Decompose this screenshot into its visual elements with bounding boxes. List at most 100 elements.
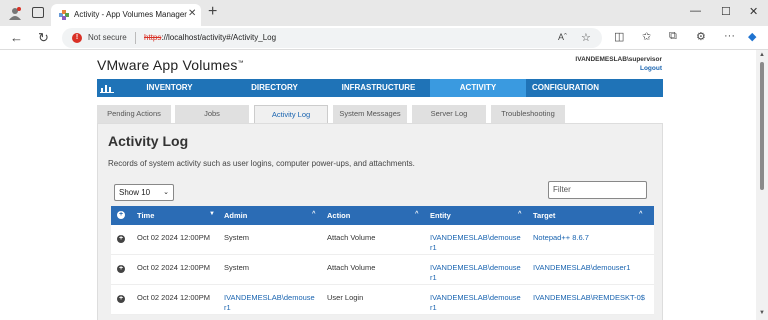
favorites-icon[interactable]: ✩ [642,30,651,43]
browser-toolbar: ← ↻ ! Not secure https://localhost/activ… [0,26,768,50]
entity-line1: IVANDEMESLAB\demouse [430,263,521,272]
extensions-icon[interactable]: ⚙ [696,30,706,43]
cell-target[interactable]: Notepad++ 8.6.7 [533,233,589,243]
nav-inventory[interactable]: INVENTORY [117,79,222,97]
collections-icon[interactable]: ⧉ [669,30,677,43]
table-row[interactable]: + Oct 02 2024 12:00PM System Attach Volu… [111,225,654,255]
minimize-button[interactable]: — [690,5,701,17]
tab-server-log[interactable]: Server Log [412,105,486,123]
app-title: VMware App Volumes™ [97,57,244,73]
username: IVANDEMESLAB\supervisor [575,56,662,63]
admin-line2: r1 [224,303,231,312]
back-icon[interactable]: ← [10,30,23,45]
main-nav: INVENTORY DIRECTORY INFRASTRUCTURE ACTIV… [97,79,663,97]
cell-admin: System [224,233,250,242]
browser-tabbar: Activity - App Volumes Manager ✕ + — ☐ ✕ [0,0,768,26]
show-count-value: Show 10 [119,188,151,197]
cell-action: Attach Volume [327,263,376,272]
cell-time: Oct 02 2024 12:00PM [137,233,210,242]
tab-troubleshooting[interactable]: Troubleshooting [491,105,565,123]
close-window-button[interactable]: ✕ [749,5,758,18]
brand-name: VMware App Volumes [97,57,238,73]
cell-time: Oct 02 2024 12:00PM [137,263,210,272]
tab-title: Activity - App Volumes Manager [74,10,187,19]
sort-desc-icon[interactable]: ▼ [209,211,215,217]
sort-icon[interactable]: ^ [639,211,643,217]
url-scheme: https [144,33,162,42]
entity-line1: IVANDEMESLAB\demouse [430,293,521,302]
more-icon[interactable]: ··· [724,30,735,42]
logout-link[interactable]: Logout [575,65,662,72]
show-count-select[interactable]: Show 10 ⌄ [114,184,174,201]
divider [135,32,136,44]
cell-entity[interactable]: IVANDEMESLAB\demouse r1 [430,233,521,253]
cell-admin: System [224,263,250,272]
filter-input[interactable]: Filter [548,181,647,199]
cell-action: User Login [327,293,364,302]
table-row[interactable]: + Oct 02 2024 12:00PM System Attach Volu… [111,255,654,285]
web-page: VMware App Volumes™ IVANDEMESLAB\supervi… [0,50,756,320]
split-screen-icon[interactable]: ◫ [614,30,624,43]
user-box: IVANDEMESLAB\supervisor Logout [575,56,662,72]
expand-row-icon[interactable]: + [117,265,125,273]
sort-icon[interactable]: ^ [312,211,316,217]
nav-infrastructure[interactable]: INFRASTRUCTURE [327,79,430,97]
browser-tab[interactable]: Activity - App Volumes Manager ✕ [51,4,201,26]
profile-icon[interactable] [8,6,22,20]
page-scrollbar[interactable]: ▲ ▼ [756,50,768,320]
nav-activity[interactable]: ACTIVITY [430,79,526,97]
sort-icon[interactable]: ^ [415,211,419,217]
cell-time: Oct 02 2024 12:00PM [137,293,210,302]
nav-configuration[interactable]: CONFIGURATION [526,79,605,97]
scroll-down-icon[interactable]: ▼ [759,310,765,316]
cell-action: Attach Volume [327,233,376,242]
page-description: Records of system activity such as user … [108,159,415,168]
col-time[interactable]: Time [137,211,154,220]
scrollbar-thumb[interactable] [760,62,764,190]
tab-pending-actions[interactable]: Pending Actions [97,105,171,123]
sort-icon[interactable]: ^ [518,211,522,217]
tab-jobs[interactable]: Jobs [175,105,249,123]
read-aloud-icon[interactable]: Aˆ [558,32,567,42]
cell-admin[interactable]: IVANDEMESLAB\demouse r1 [224,293,315,313]
table-row[interactable]: + Oct 02 2024 12:00PM IVANDEMESLAB\demou… [111,285,654,315]
app-volumes-favicon-icon [59,10,69,20]
refresh-icon[interactable]: ↻ [38,30,49,46]
tab-activity-log[interactable]: Activity Log [254,105,328,124]
chevron-down-icon: ⌄ [163,189,169,196]
favorite-star-icon[interactable]: ☆ [581,31,591,44]
dashboard-icon[interactable] [97,79,117,97]
maximize-button[interactable]: ☐ [721,5,731,18]
table-header: + Time ▼ Admin ^ Action ^ Entity ^ Targe… [111,206,654,225]
col-admin[interactable]: Admin [224,211,247,220]
copilot-icon[interactable]: ◆ [748,30,756,43]
entity-line2: r1 [430,243,437,252]
new-tab-button[interactable]: + [208,3,217,21]
scroll-up-icon[interactable]: ▲ [759,52,765,58]
activity-table: + Time ▼ Admin ^ Action ^ Entity ^ Targe… [111,206,654,315]
expand-row-icon[interactable]: + [117,295,125,303]
nav-directory[interactable]: DIRECTORY [222,79,327,97]
trademark: ™ [237,60,244,67]
tab-system-messages[interactable]: System Messages [333,105,407,123]
col-target[interactable]: Target [533,211,555,220]
entity-line1: IVANDEMESLAB\demouse [430,233,521,242]
cell-target[interactable]: IVANDEMESLAB\REMDESKT-0$ [533,293,645,303]
cell-entity[interactable]: IVANDEMESLAB\demouse r1 [430,293,521,313]
address-bar[interactable]: ! Not secure https://localhost/activity#… [62,28,602,48]
entity-line2: r1 [430,303,437,312]
not-secure-label: Not secure [88,33,127,42]
col-action[interactable]: Action [327,211,350,220]
expand-row-icon[interactable]: + [117,235,125,243]
col-entity[interactable]: Entity [430,211,451,220]
close-tab-icon[interactable]: ✕ [188,8,196,19]
not-secure-icon: ! [72,33,82,43]
url-path: ://localhost/activity#/Activity_Log [161,33,277,42]
cell-entity[interactable]: IVANDEMESLAB\demouse r1 [430,263,521,283]
entity-line2: r1 [430,273,437,282]
cell-target[interactable]: IVANDEMESLAB\demouser1 [533,263,630,273]
expand-all-icon[interactable]: + [117,211,125,219]
url-text[interactable]: https://localhost/activity#/Activity_Log [144,33,276,42]
activity-log-panel: Activity Log Records of system activity … [97,123,663,320]
tab-actions-icon[interactable] [32,7,44,18]
